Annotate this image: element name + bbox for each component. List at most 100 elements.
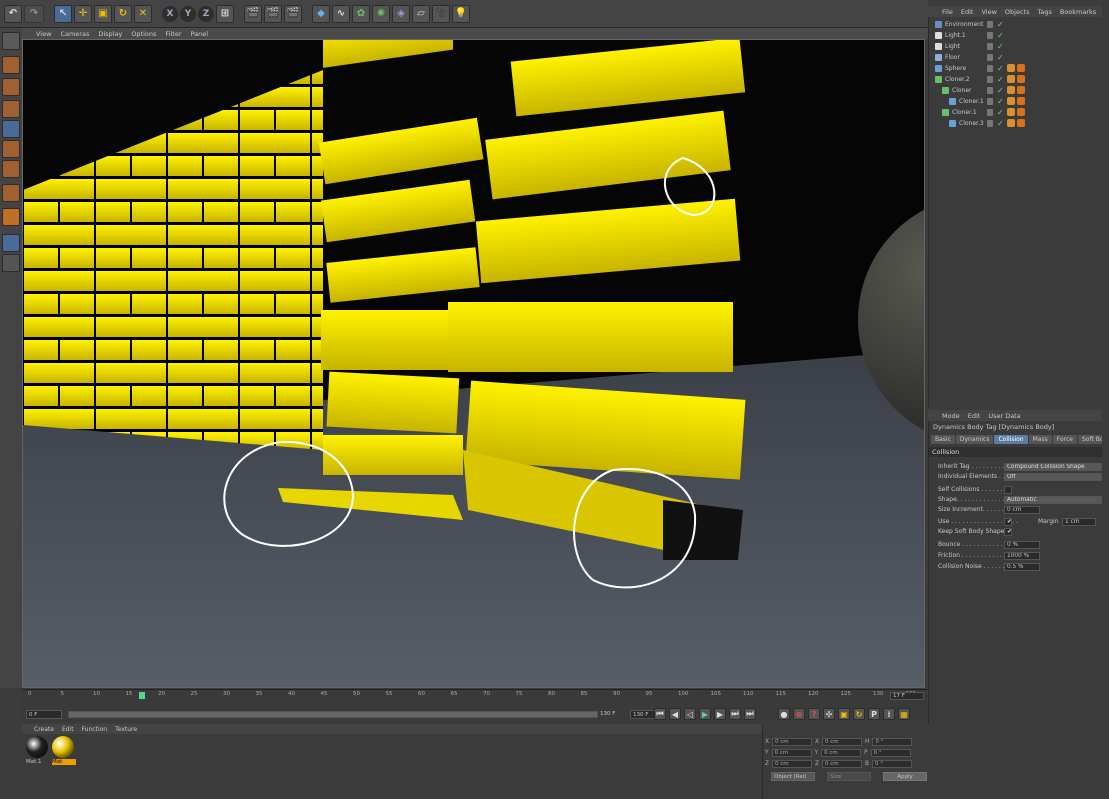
current-frame-field[interactable]: 17 F bbox=[890, 692, 924, 700]
margin-field[interactable]: 1 cm bbox=[1062, 518, 1096, 526]
dynamics-tag-icon[interactable] bbox=[1007, 119, 1015, 127]
attr-menu-mode[interactable]: Mode bbox=[942, 412, 960, 420]
object-name[interactable]: Light.1 bbox=[945, 30, 966, 41]
material-tag-icon[interactable] bbox=[1017, 108, 1025, 116]
attr-prop-dropdown[interactable]: Compound Collision Shape bbox=[1004, 463, 1102, 471]
object-name[interactable]: Floor bbox=[945, 52, 960, 63]
cube-icon[interactable]: ◆ bbox=[312, 4, 330, 23]
viewport-menu-view[interactable]: View bbox=[36, 30, 51, 38]
material-tag-icon[interactable] bbox=[1017, 97, 1025, 105]
render-view-icon[interactable]: 🎬 bbox=[244, 4, 262, 23]
attr-tab-collision[interactable]: Collision bbox=[994, 435, 1028, 444]
visibility-dots-icon[interactable] bbox=[987, 98, 993, 105]
dynamics-tag-icon[interactable] bbox=[1007, 64, 1015, 72]
undo-icon[interactable]: ↶ bbox=[4, 4, 22, 23]
axis-mode-icon[interactable] bbox=[2, 184, 20, 202]
size-field[interactable]: 0 cm bbox=[821, 760, 862, 768]
workplane-icon[interactable] bbox=[2, 100, 20, 118]
attr-tab-dynamics[interactable]: Dynamics bbox=[955, 435, 994, 444]
coord-mode-dropdown[interactable]: Object (Rel) bbox=[771, 772, 815, 781]
enabled-check-icon[interactable]: ✓ bbox=[997, 41, 1004, 52]
viewport-menu-display[interactable]: Display bbox=[98, 30, 122, 38]
attr-prop-number-field[interactable]: 0.5 % bbox=[1004, 563, 1040, 571]
dynamics-tag-icon[interactable] bbox=[1007, 108, 1015, 116]
mat-menu-texture[interactable]: Texture bbox=[115, 726, 137, 733]
object-name[interactable]: Environment bbox=[945, 19, 983, 30]
pla-key-icon[interactable]: ⁞ bbox=[883, 708, 895, 720]
go-to-end-icon[interactable]: ⏭ bbox=[744, 708, 756, 720]
attr-prop-dropdown[interactable]: Off bbox=[1004, 473, 1102, 481]
visibility-dots-icon[interactable] bbox=[987, 21, 993, 28]
object-name[interactable]: Cloner bbox=[952, 85, 972, 96]
redo-icon[interactable]: ↷ bbox=[24, 4, 44, 23]
play-icon[interactable]: ▶ bbox=[699, 708, 711, 720]
recent-tools-icon[interactable]: ✕ bbox=[134, 4, 152, 23]
size-mode-dropdown[interactable]: Size bbox=[827, 772, 871, 781]
next-frame-icon[interactable]: ⏭ bbox=[729, 708, 741, 720]
attributes-section-header[interactable]: Collision bbox=[929, 447, 1109, 457]
start-frame-field[interactable]: 0 F bbox=[26, 710, 62, 719]
enabled-check-icon[interactable]: ✓ bbox=[997, 85, 1004, 96]
object-row[interactable]: Cloner ✓ bbox=[929, 85, 1109, 96]
render-picture-viewer-icon[interactable]: 🎬 bbox=[264, 4, 282, 23]
rotation-field[interactable]: 0 ° bbox=[870, 749, 911, 757]
material-swatch[interactable]: Mat bbox=[52, 736, 76, 770]
object-row[interactable]: Sphere ✓ bbox=[929, 63, 1109, 74]
visibility-dots-icon[interactable] bbox=[987, 76, 993, 83]
position-key-icon[interactable]: ▣ bbox=[838, 708, 850, 720]
texture-mode-icon[interactable] bbox=[2, 78, 20, 96]
points-mode-icon[interactable] bbox=[2, 120, 20, 138]
position-field[interactable]: 0 cm bbox=[771, 749, 812, 757]
attr-tab-mass[interactable]: Mass bbox=[1028, 435, 1052, 444]
dynamics-tag-icon[interactable] bbox=[1007, 75, 1015, 83]
y-axis-lock-button[interactable]: Y bbox=[180, 5, 196, 22]
record-active-icon[interactable]: ⊕ bbox=[793, 708, 805, 720]
object-name[interactable]: Light bbox=[945, 41, 960, 52]
make-editable-icon[interactable] bbox=[2, 32, 20, 50]
light-icon[interactable]: 💡 bbox=[452, 4, 470, 23]
move-icon[interactable]: ✛ bbox=[74, 4, 92, 23]
visibility-dots-icon[interactable] bbox=[987, 87, 993, 94]
object-name[interactable]: Cloner.1 bbox=[959, 96, 984, 107]
object-name[interactable]: Cloner.1 bbox=[952, 107, 977, 118]
model-mode-icon[interactable] bbox=[2, 56, 20, 74]
workplane-lock-icon[interactable] bbox=[2, 254, 20, 272]
enabled-check-icon[interactable]: ✓ bbox=[997, 52, 1004, 63]
spline-pen-icon[interactable]: ∿ bbox=[332, 4, 350, 23]
enabled-check-icon[interactable]: ✓ bbox=[997, 107, 1004, 118]
viewport-menu-panel[interactable]: Panel bbox=[191, 30, 209, 38]
object-row[interactable]: Cloner.2 ✓ bbox=[929, 74, 1109, 85]
om-menu-tags[interactable]: Tags bbox=[1037, 8, 1051, 16]
scale-icon[interactable]: ▣ bbox=[94, 4, 112, 23]
timeline[interactable]: 0 5 10 15 20 25 30 35 40 45 50 55 60 65 70 75 80 85 90 95 10… bbox=[22, 689, 928, 708]
om-menu-view[interactable]: View bbox=[981, 8, 996, 16]
enabled-check-icon[interactable]: ✓ bbox=[997, 19, 1004, 30]
attr-prop-number-field[interactable]: 1000 % bbox=[1004, 552, 1040, 560]
object-name[interactable]: Cloner.2 bbox=[945, 74, 970, 85]
go-to-start-icon[interactable]: ⏮ bbox=[654, 708, 666, 720]
attr-prop-checkbox[interactable]: ✔ bbox=[1004, 528, 1012, 536]
enabled-check-icon[interactable]: ✓ bbox=[997, 63, 1004, 74]
3d-viewport[interactable] bbox=[22, 39, 925, 688]
visibility-dots-icon[interactable] bbox=[987, 65, 993, 72]
mat-menu-function[interactable]: Function bbox=[82, 726, 108, 733]
viewport-menu-filter[interactable]: Filter bbox=[165, 30, 181, 38]
visibility-dots-icon[interactable] bbox=[987, 43, 993, 50]
om-menu-edit[interactable]: Edit bbox=[961, 8, 974, 16]
mat-menu-edit[interactable]: Edit bbox=[62, 726, 74, 733]
mograph-icon[interactable]: ✺ bbox=[372, 4, 390, 23]
tweak-mode-icon[interactable] bbox=[2, 208, 20, 226]
visibility-dots-icon[interactable] bbox=[987, 109, 993, 116]
object-row[interactable]: Floor ✓ bbox=[929, 52, 1109, 63]
object-name[interactable]: Sphere bbox=[945, 63, 966, 74]
snap-icon[interactable] bbox=[2, 234, 20, 252]
dynamics-tag-icon[interactable] bbox=[1007, 86, 1015, 94]
enabled-check-icon[interactable]: ✓ bbox=[997, 74, 1004, 85]
visibility-dots-icon[interactable] bbox=[987, 120, 993, 127]
position-field[interactable]: 0 cm bbox=[771, 738, 812, 746]
object-row[interactable]: Environment ✓ bbox=[929, 19, 1109, 30]
om-menu-file[interactable]: File bbox=[942, 8, 953, 16]
apply-button[interactable]: Apply bbox=[883, 772, 927, 781]
viewport-menu-cameras[interactable]: Cameras bbox=[60, 30, 89, 38]
edges-mode-icon[interactable] bbox=[2, 140, 20, 158]
